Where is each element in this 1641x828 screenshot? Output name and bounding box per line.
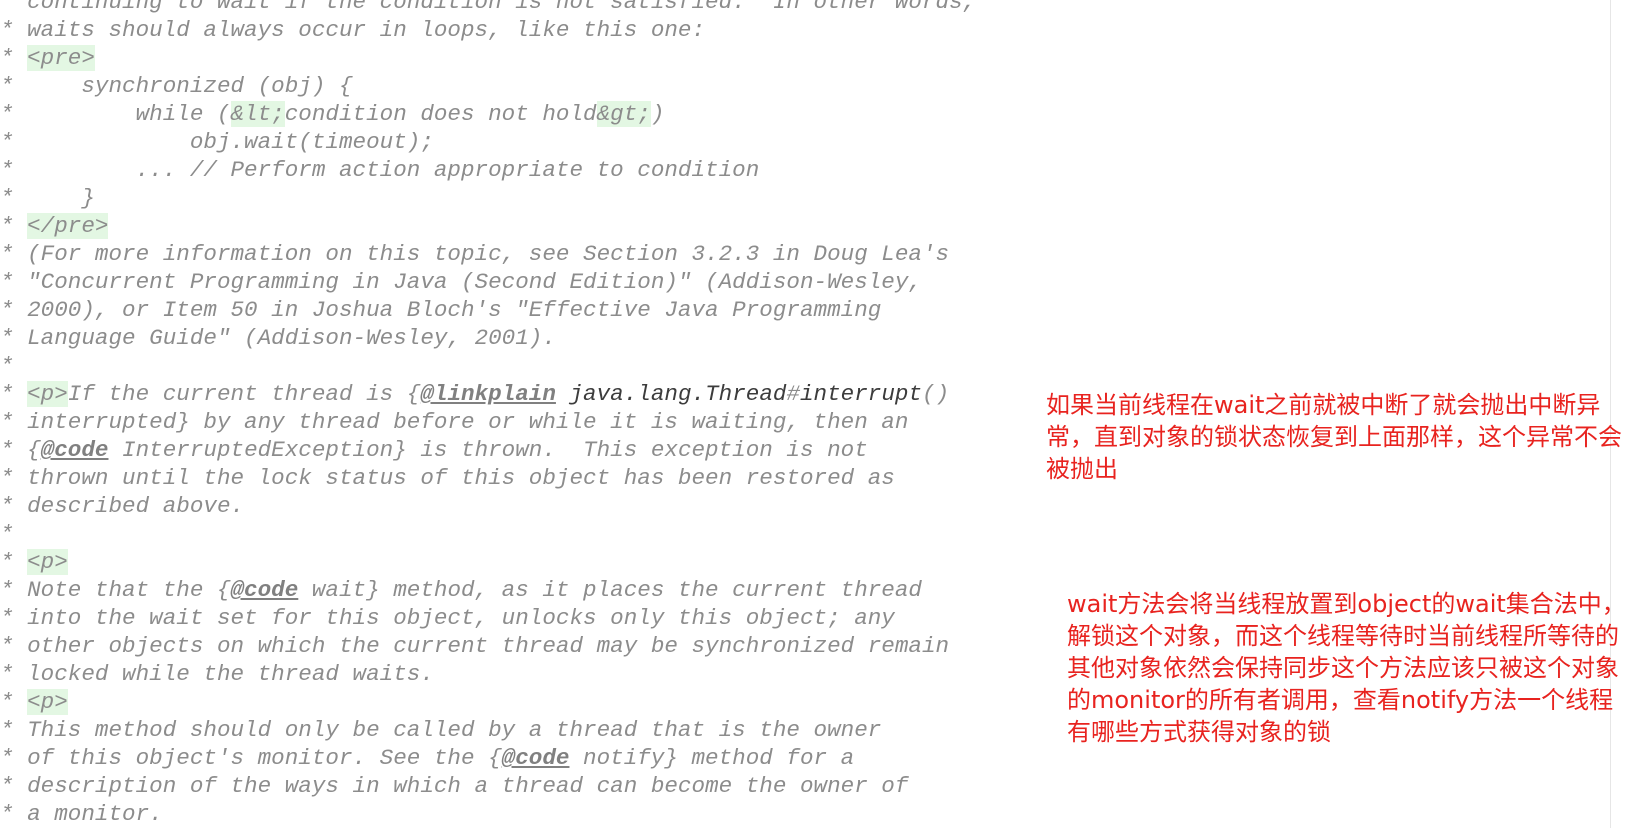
html-entity: &lt; (230, 101, 285, 127)
javadoc-tag: @linkplain (420, 381, 556, 407)
html-entity: &gt; (596, 101, 651, 127)
html-tag: <p> (27, 689, 68, 715)
code-text: 2000), or Item 50 in Joshua Bloch's "Eff… (27, 297, 882, 323)
javadoc-tag: @code (40, 437, 109, 463)
code-text: other objects on which the current threa… (27, 633, 950, 659)
code-text: a monitor. (27, 801, 163, 827)
code-line: * ... // Perform action appropriate to c… (0, 157, 760, 183)
code-line: * <p> (0, 549, 68, 575)
code-line: * <p>If the current thread is {@linkplai… (0, 381, 950, 407)
code-text: thrown until the lock status of this obj… (27, 465, 895, 491)
code-line: * (0, 521, 14, 547)
code-text: interrupted} by any thread before or whi… (27, 409, 909, 435)
code-line: * </pre> (0, 213, 109, 239)
javadoc-tag: @code (230, 577, 299, 603)
code-line: * while (&lt;condition does not hold&gt;… (0, 101, 665, 127)
html-tag: </pre> (27, 213, 109, 239)
code-line: * Note that the {@code wait} method, as … (0, 577, 922, 603)
code-line: * interrupted} by any thread before or w… (0, 409, 909, 435)
code-line: * a monitor. (0, 801, 163, 827)
reference: interrupt (800, 381, 923, 407)
code-line: * waits should always occur in loops, li… (0, 17, 706, 43)
code-line: * (0, 353, 14, 379)
code-text: Language Guide" (Addison-Wesley, 2001). (27, 325, 556, 351)
code-line: * thrown until the lock status of this o… (0, 465, 895, 491)
code-line: * (For more information on this topic, s… (0, 241, 950, 267)
code-text: (For more information on this topic, see… (27, 241, 950, 267)
code-line: * {@code InterruptedException} is thrown… (0, 437, 868, 463)
code-text: described above. (27, 493, 245, 519)
code-line: * into the wait set for this object, unl… (0, 605, 895, 631)
code-text: } (27, 185, 95, 211)
code-line: * This method should only be called by a… (0, 717, 882, 743)
code-text: continuing to wait if the condition is n… (27, 0, 977, 15)
code-line: * Language Guide" (Addison-Wesley, 2001)… (0, 325, 556, 351)
html-tag: <p> (27, 549, 68, 575)
code-text: "Concurrent Programming in Java (Second … (27, 269, 922, 295)
code-line: * described above. (0, 493, 245, 519)
code-line: * <p> (0, 689, 68, 715)
javadoc-tag: @code (501, 745, 570, 771)
html-tag: <p> (27, 381, 68, 407)
code-line: * <pre> (0, 45, 95, 71)
code-text: locked while the thread waits. (27, 661, 434, 687)
code-text: description of the ways in which a threa… (27, 773, 909, 799)
code-line: * } (0, 185, 95, 211)
code-text: into the wait set for this object, unloc… (27, 605, 895, 631)
code-line: * "Concurrent Programming in Java (Secon… (0, 269, 922, 295)
code-text: waits should always occur in loops, like… (27, 17, 706, 43)
code-line: * other objects on which the current thr… (0, 633, 950, 659)
code-text: ... // Perform action appropriate to con… (27, 157, 760, 183)
code-line: * of this object's monitor. See the {@co… (0, 745, 855, 771)
code-line: * locked while the thread waits. (0, 661, 434, 687)
code-line: * 2000), or Item 50 in Joshua Bloch's "E… (0, 297, 882, 323)
code-line: * description of the ways in which a thr… (0, 773, 909, 799)
code-text: obj.wait(timeout); (27, 129, 434, 155)
annotation-wait-set-note: wait方法会将当线程放置到object的wait集合法中， 解锁这个对象，而这… (1067, 590, 1626, 746)
html-tag: <pre> (27, 45, 95, 71)
annotation-interrupt-note: 如果当前线程在wait之前就被中断了就会抛出中断异 常，直到对象的锁状态恢复到上… (1046, 391, 1622, 483)
code-line: * continuing to wait if the condition is… (0, 0, 976, 16)
reference: java.lang.Thread (569, 381, 787, 407)
code-text: This method should only be called by a t… (27, 717, 882, 743)
code-line: * obj.wait(timeout); (0, 129, 434, 155)
code-line: * synchronized (obj) { (0, 73, 353, 99)
code-text: synchronized (obj) { (27, 73, 353, 99)
